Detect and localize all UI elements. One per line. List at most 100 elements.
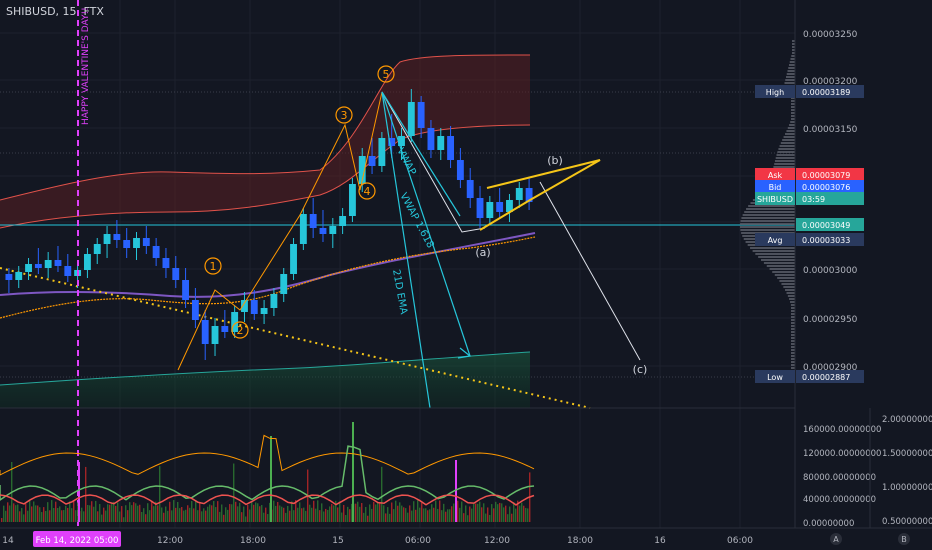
time-tick: 18:00 [240,536,266,546]
price-label-value: 0.00003033 [802,236,850,245]
volume-bar [519,505,521,522]
profile-bar [781,283,795,285]
volume-bar [379,503,381,522]
volume-bar [13,503,15,522]
volume-bar [427,510,429,522]
profile-bar [791,364,795,366]
wave-label-b: (b) [547,154,563,167]
volume-bar [231,504,233,522]
candle-body [368,156,376,166]
osc-tick: 1.50000000 [882,449,932,459]
volume-bar [325,508,327,522]
volume-bar [191,501,193,522]
profile-bar [791,346,795,348]
volume-bar [441,510,443,522]
volume-bar [367,515,369,522]
volume-bar [65,505,67,522]
volume-bar [207,506,209,522]
candle-body [15,272,23,280]
volume-bar [5,510,7,522]
volume-bar [141,511,143,522]
volume-bar [501,503,503,522]
volume-bar [227,509,229,522]
volume-bar [355,503,357,522]
volume-bar [489,514,491,522]
volume-bar [263,512,265,522]
volume-bar [225,507,227,522]
time-axis-bg [0,528,932,550]
time-tick: 16 [654,536,666,546]
wave-label: 2 [237,324,244,337]
profile-bar [791,112,795,114]
profile-bar [773,166,795,168]
volume-bar [317,500,319,522]
volume-bar [73,500,75,522]
volume-bar [127,510,129,522]
volume-spike [352,422,354,522]
volume-bar [41,512,43,522]
osc-tick: 1.00000000 [882,483,932,493]
profile-bar [791,313,795,315]
volume-bar [291,501,293,522]
volume-bar [277,502,279,522]
volume-bar [417,500,419,522]
candle-body [191,300,199,320]
profile-bar [779,280,795,282]
volume-bar [101,514,103,522]
profile-bar [787,70,795,72]
volume-bar [491,504,493,522]
volume-bar [407,512,409,522]
profile-bar [791,337,795,339]
volume-bar [421,502,423,522]
profile-bar [742,214,795,216]
profile-bar [789,298,795,300]
profile-bar [744,211,795,213]
volume-bar [63,510,65,522]
osc-red [0,494,535,506]
volume-tick: 40000.00000000 [803,495,876,505]
volume-bar [39,507,41,522]
volume-bar [513,502,515,522]
price-label-value: 0.00003079 [802,171,850,180]
volume-bar [375,504,377,522]
volume-bar [107,504,109,522]
volume-bar [9,505,11,522]
volume-bar [247,504,249,522]
volume-bar [505,505,507,522]
volume-bar [163,512,165,522]
volume-bar [279,505,281,522]
volume-bar [523,505,525,522]
profile-bar [791,307,795,309]
profile-bar [740,223,795,225]
wave-label: 3 [341,109,348,122]
candle-body [64,266,72,276]
volume-bar [413,501,415,522]
volume-bar [81,507,83,522]
vwap-bands [0,54,795,409]
volume-bar [33,501,35,522]
volume-bar [175,507,177,522]
c-projection [539,181,641,361]
volume-bar [369,504,371,522]
volume-bar [415,509,417,522]
profile-bar [741,217,795,219]
volume-bar [241,512,243,522]
volume-bar [137,505,139,522]
volume-bar [249,509,251,522]
profile-bar [791,355,795,357]
volume-bar [161,507,163,522]
price-tick: 0.00003250 [803,30,858,40]
profile-bar [772,271,795,273]
valentine-label: HAPPY VALENTINE'S DAY!! [81,7,91,125]
volume-bar [173,500,175,522]
volume-bar [115,505,117,522]
candle-body [486,202,494,218]
candle-body [496,202,504,212]
price-chart[interactable]: HAPPY VALENTINE'S DAY!! 1 2 3 4 5 (a) (b) (c) VWA… [0,0,932,550]
volume-bar [401,505,403,522]
volume-bar [371,508,373,522]
volume-bar [203,508,205,522]
volume-bar [333,505,335,522]
price-label-tag-text: Low [767,373,783,382]
volume-bar [299,502,301,522]
